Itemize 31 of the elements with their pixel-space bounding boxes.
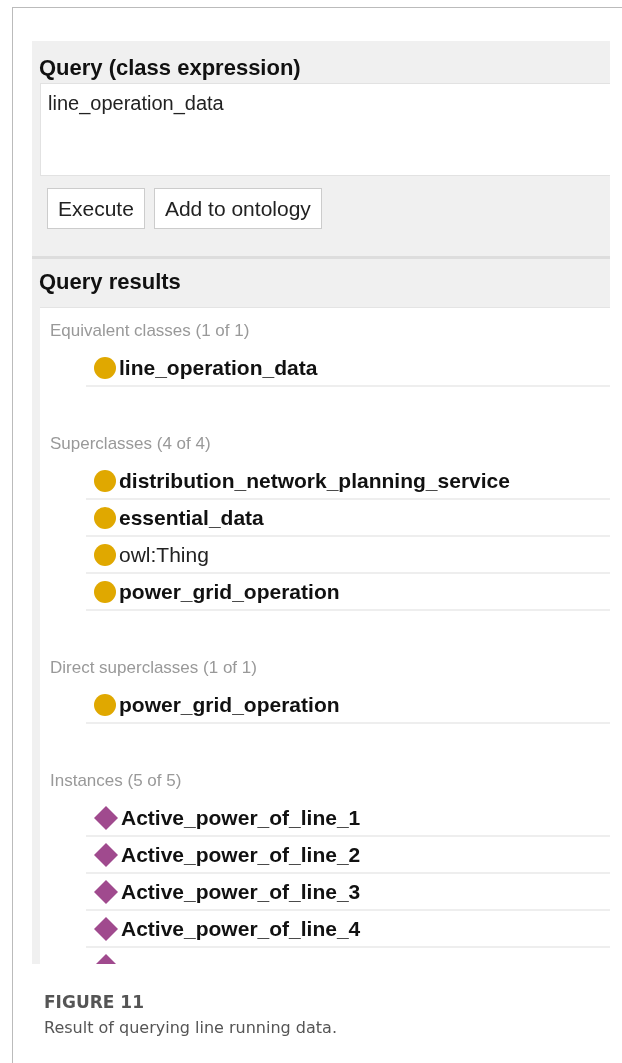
result-item[interactable]: essential_data	[119, 505, 264, 530]
circle-icon	[94, 543, 116, 566]
result-item[interactable]: owl:Thing	[119, 542, 209, 567]
result-item[interactable]: power_grid_operation	[119, 692, 340, 717]
circle-icon	[94, 693, 116, 716]
query-field[interactable]: line_operation_data	[40, 83, 610, 176]
result-item[interactable]: power_grid_operation	[119, 579, 340, 604]
figure-caption: Result of querying line running data.	[44, 1018, 338, 1037]
diamond-icon	[94, 805, 118, 830]
result-item[interactable]: Active_power_of_line_4	[121, 916, 361, 941]
result-item[interactable]: line_operation_data	[119, 355, 318, 380]
query-button[interactable]: Execute	[47, 188, 145, 229]
result-item[interactable]: Active_power_of_line_2	[121, 842, 361, 867]
circle-icon	[94, 356, 116, 379]
result-item[interactable]: distribution_network_planning_service	[119, 468, 510, 493]
circle-icon	[94, 469, 116, 492]
result-item[interactable]: Active_power_of_line_3	[121, 879, 361, 904]
section-heading: Superclasses (4 of 4)	[50, 433, 212, 455]
query-button[interactable]: Add to ontology	[153, 188, 322, 229]
circle-icon	[94, 580, 116, 603]
section-heading: Direct superclasses (1 of 1)	[50, 657, 258, 679]
figure-label: FIGURE 11	[44, 992, 145, 1012]
result-item[interactable]: Active_power_of_line_1	[121, 805, 361, 830]
diamond-icon	[94, 879, 118, 904]
circle-icon	[94, 506, 116, 529]
diamond-icon	[94, 842, 118, 867]
diamond-icon	[94, 916, 118, 941]
panel-title: Query results	[38, 268, 182, 296]
section-heading: Instances (5 of 5)	[50, 770, 183, 792]
section-heading: Equivalent classes (1 of 1)	[50, 320, 251, 342]
panel-title: Query (class expression)	[38, 54, 302, 82]
